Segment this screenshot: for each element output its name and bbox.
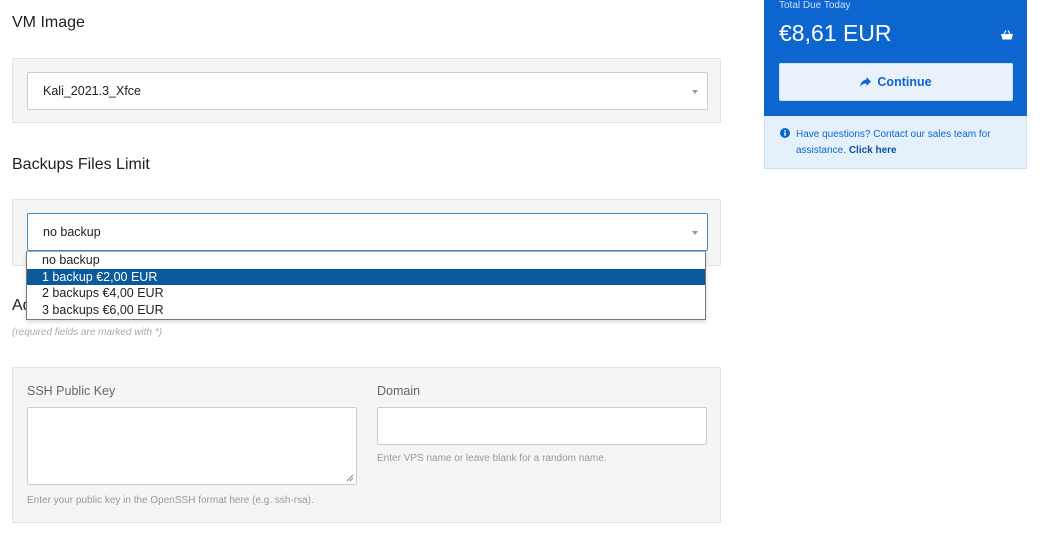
backups-dropdown-list: no backup 1 backup €2,00 EUR 2 backups €… xyxy=(26,251,706,320)
caret-down-icon xyxy=(692,90,698,94)
backups-select[interactable]: no backup xyxy=(27,213,708,251)
ssh-key-textarea[interactable] xyxy=(27,407,357,485)
caret-down-icon xyxy=(692,231,698,235)
order-summary-panel: Total Due Today €8,61 EUR Continue xyxy=(764,0,1027,116)
required-fields-note: (required fields are marked with *) xyxy=(12,327,163,338)
dropdown-option-2-backups[interactable]: 2 backups €4,00 EUR xyxy=(27,285,705,302)
dropdown-option-no-backup[interactable]: no backup xyxy=(27,252,705,269)
vm-image-select[interactable]: Kali_2021.3_Xfce xyxy=(27,72,708,110)
domain-input[interactable] xyxy=(377,407,707,445)
vm-image-select-value: Kali_2021.3_Xfce xyxy=(43,84,141,98)
total-due-label: Total Due Today xyxy=(779,0,851,11)
ssh-key-help: Enter your public key in the OpenSSH for… xyxy=(27,495,314,506)
basket-icon xyxy=(1001,30,1013,40)
sales-contact-link[interactable]: Click here xyxy=(849,145,897,156)
backups-heading: Backups Files Limit xyxy=(12,156,150,173)
additional-fields-panel: SSH Public Key Enter your public key in … xyxy=(12,367,721,523)
vm-image-panel: Kali_2021.3_Xfce xyxy=(12,58,721,123)
continue-label: Continue xyxy=(877,75,932,89)
backups-select-value: no backup xyxy=(43,225,101,239)
domain-help: Enter VPS name or leave blank for a rand… xyxy=(377,453,607,464)
sales-info-box: Have questions? Contact our sales team f… xyxy=(764,116,1027,169)
resize-grip-icon[interactable] xyxy=(346,474,354,482)
arrow-right-icon xyxy=(860,77,872,87)
sales-info-text: Have questions? Contact our sales team f… xyxy=(796,127,1018,159)
total-due-amount: €8,61 EUR xyxy=(779,20,892,46)
vm-image-heading: VM Image xyxy=(12,14,85,31)
domain-label: Domain xyxy=(377,384,421,398)
ssh-key-label: SSH Public Key xyxy=(27,384,116,398)
dropdown-option-3-backups[interactable]: 3 backups €6,00 EUR xyxy=(27,302,705,319)
dropdown-option-1-backup[interactable]: 1 backup €2,00 EUR xyxy=(27,268,705,286)
continue-button[interactable]: Continue xyxy=(779,63,1013,101)
info-circle-icon xyxy=(780,128,790,138)
